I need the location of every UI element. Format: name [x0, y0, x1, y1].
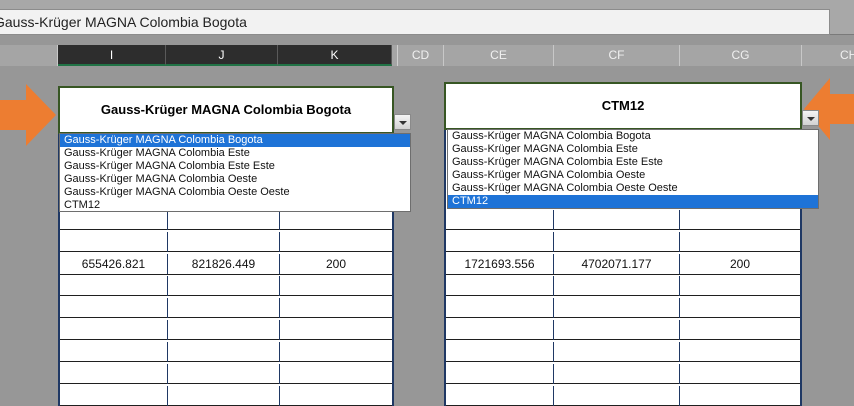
dropdown-option[interactable]: Gauss-Krüger MAGNA Colombia Bogota	[448, 130, 818, 143]
dropdown-option[interactable]: Gauss-Krüger MAGNA Colombia Este Este	[448, 156, 818, 169]
column-header-cg[interactable]: CG	[680, 45, 802, 66]
column-header-ch[interactable]: CH	[802, 45, 854, 66]
northing-cell[interactable]: 821826.449	[168, 254, 280, 274]
worksheet[interactable]: 655426.821 821826.449 200 Gauss-Krüger M…	[0, 66, 854, 406]
column-header-i[interactable]: I	[58, 45, 166, 66]
column-header-prev[interactable]	[0, 45, 58, 66]
right-system-header[interactable]: CTM12	[444, 82, 802, 130]
left-system-header[interactable]: Gauss-Krüger MAGNA Colombia Bogota	[58, 86, 394, 134]
dropdown-option[interactable]: Gauss-Krüger MAGNA Colombia Este	[60, 147, 410, 160]
dropdown-option[interactable]: Gauss-Krüger MAGNA Colombia Oeste Oeste	[60, 186, 410, 199]
column-header-j[interactable]: J	[166, 45, 278, 66]
formula-input[interactable]: Gauss-Krüger MAGNA Colombia Bogota	[0, 9, 830, 35]
right-dropdown-button[interactable]	[802, 110, 819, 126]
dropdown-option[interactable]: CTM12	[448, 195, 818, 208]
dropdown-option[interactable]: Gauss-Krüger MAGNA Colombia Oeste	[448, 169, 818, 182]
column-header-cf[interactable]: CF	[554, 45, 680, 66]
left-dropdown-button[interactable]	[394, 114, 411, 130]
dropdown-option[interactable]: Gauss-Krüger MAGNA Colombia Este	[448, 143, 818, 156]
dropdown-option[interactable]: Gauss-Krüger MAGNA Colombia Este Este	[60, 160, 410, 173]
left-dropdown-list[interactable]: Gauss-Krüger MAGNA Colombia Bogota Gauss…	[59, 133, 411, 212]
northing-cell[interactable]: 4702071.177	[554, 254, 680, 274]
height-cell[interactable]: 200	[280, 254, 392, 274]
formula-bar: Gauss-Krüger MAGNA Colombia Bogota	[0, 0, 854, 35]
dropdown-option[interactable]: CTM12	[60, 199, 410, 212]
easting-cell[interactable]: 1721693.556	[446, 254, 554, 274]
height-cell[interactable]: 200	[680, 254, 800, 274]
column-header-cd[interactable]: CD	[398, 45, 444, 66]
column-header-k[interactable]: K	[278, 45, 392, 66]
right-dropdown-list[interactable]: Gauss-Krüger MAGNA Colombia Bogota Gauss…	[447, 129, 819, 209]
table-row: 1721693.556 4702071.177 200	[446, 254, 800, 275]
easting-cell[interactable]: 655426.821	[60, 254, 168, 274]
column-headers: I J K CD CE CF CG CH	[0, 45, 854, 66]
dropdown-option[interactable]: Gauss-Krüger MAGNA Colombia Oeste Oeste	[448, 182, 818, 195]
dropdown-option[interactable]: Gauss-Krüger MAGNA Colombia Oeste	[60, 173, 410, 186]
table-row: 655426.821 821826.449 200	[60, 254, 392, 275]
column-header-ce[interactable]: CE	[444, 45, 554, 66]
arrow-right-icon	[0, 84, 56, 146]
dropdown-option[interactable]: Gauss-Krüger MAGNA Colombia Bogota	[60, 134, 410, 147]
